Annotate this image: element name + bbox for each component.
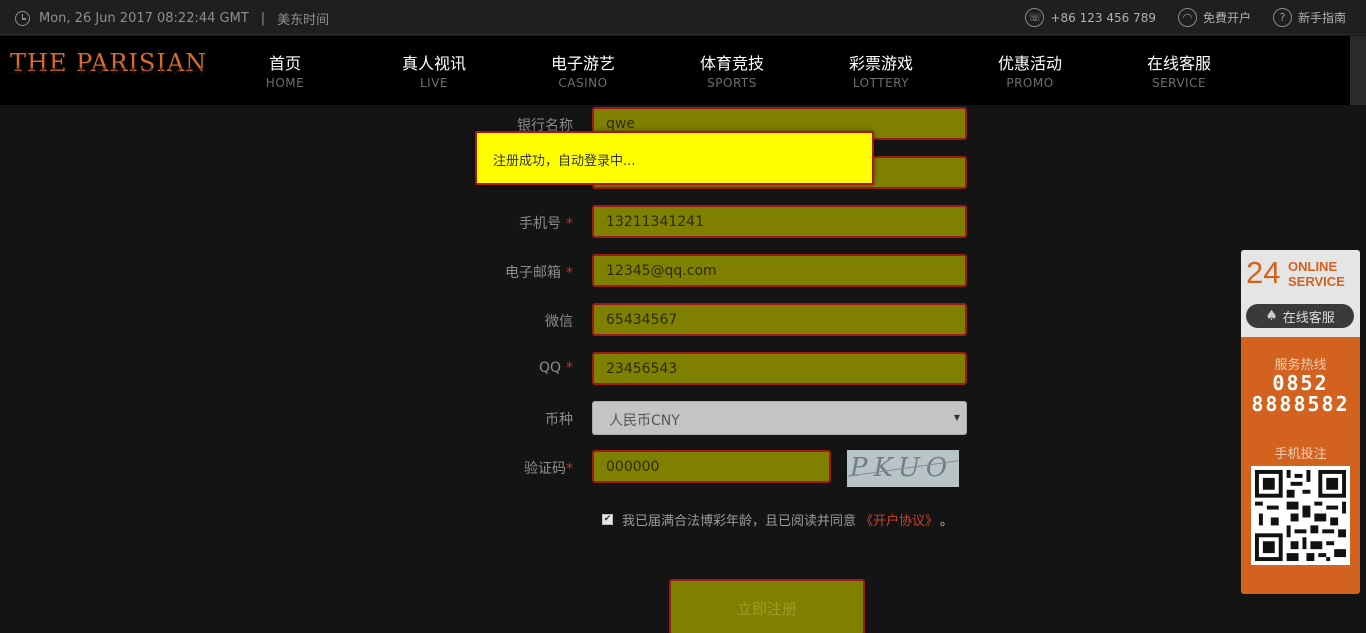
guide-label: 新手指南 <box>1297 11 1346 25</box>
mobile-bet-label: 手机投注 <box>1274 447 1327 462</box>
nav-label-cn: 优惠活动 <box>997 54 1062 73</box>
nav-label-en: HOME <box>265 76 305 90</box>
current-datetime: Mon, 26 Jun 2017 08:22:44 GMT <box>39 11 249 26</box>
currency-label: 币种 <box>545 412 573 428</box>
qq-field[interactable]: 23456543 <box>592 352 967 385</box>
phone-field[interactable]: 13211341241 <box>592 205 967 238</box>
hotline-line-1: 0852 <box>1272 371 1329 395</box>
clock-icon <box>15 11 30 26</box>
phone-link[interactable]: ☏ +86 123 456 789 <box>1025 8 1156 27</box>
nav-label-en: LIVE <box>419 76 448 90</box>
dropdown-arrow-icon: ▼ <box>953 413 960 422</box>
agree-checkbox[interactable]: ✔ <box>602 514 613 525</box>
captcha-row: 验证码* 000000 PKUO <box>470 450 970 487</box>
captcha-label-text: 验证码 <box>524 461 566 477</box>
qq-label: QQ * <box>470 360 573 376</box>
service-header: 24 ONLINE SERVICE ♠ 在线客服 <box>1241 250 1360 337</box>
service-panel: 24 ONLINE SERVICE ♠ 在线客服 服务热线 0852 88885… <box>1241 250 1360 594</box>
agree-text: 我已届满合法博彩年龄，且已阅读并同意 <box>622 514 857 529</box>
email-field[interactable]: 12345@qq.com <box>592 254 967 287</box>
nav-label-en: PROMO <box>1006 76 1054 90</box>
scrollbar[interactable] <box>1350 36 1366 105</box>
nav-item-casino[interactable]: 电子游艺 CASINO <box>523 53 643 91</box>
service-24: 24 <box>1246 255 1281 290</box>
nav-label-cn: 体育竞技 <box>699 54 764 73</box>
captcha-field[interactable]: 000000 <box>592 450 831 483</box>
nav-item-promo[interactable]: 优惠活动 PROMO <box>970 53 1090 91</box>
nav-label-cn: 在线客服 <box>1146 54 1211 73</box>
captcha-label: 验证码* <box>470 458 573 478</box>
wechat-field[interactable]: 65434567 <box>592 303 967 336</box>
nav-label-en: SPORTS <box>707 76 757 90</box>
required-mark: * <box>566 265 573 281</box>
nav-item-sports[interactable]: 体育竞技 SPORTS <box>672 53 792 91</box>
nav-label-cn: 真人视讯 <box>401 54 466 73</box>
phone-number: +86 123 456 789 <box>1050 10 1156 25</box>
nav-label-cn: 电子游艺 <box>550 54 615 73</box>
help-icon: ? <box>1272 8 1292 27</box>
agreement-row: ✔ 我已届满合法博彩年龄，且已阅读并同意 《开户协议》 。 <box>602 510 953 529</box>
nav-label-en: CASINO <box>558 76 608 90</box>
agree-end: 。 <box>940 514 954 529</box>
service-online-label: ONLINE SERVICE <box>1288 259 1345 289</box>
nav-item-live[interactable]: 真人视讯 LIVE <box>374 53 494 91</box>
email-row: 电子邮箱 * 12345@qq.com <box>470 254 970 288</box>
required-mark: * <box>566 461 573 477</box>
online-service-button[interactable]: ♠ 在线客服 <box>1246 304 1354 328</box>
captcha-image[interactable]: PKUO <box>847 450 959 487</box>
qq-row: QQ * 23456543 <box>470 352 970 386</box>
top-info-bar: Mon, 26 Jun 2017 08:22:44 GMT | 美东时间 ☏ +… <box>0 0 1366 35</box>
service-online-1: ONLINE <box>1288 259 1338 274</box>
email-label-text: 电子邮箱 <box>505 265 561 281</box>
nav-label-cn: 彩票游戏 <box>848 54 913 73</box>
user-icon: ◠ <box>1177 8 1197 27</box>
phone-icon: ☏ <box>1025 8 1045 27</box>
wechat-label: 微信 <box>545 314 573 330</box>
toast-message: 注册成功，自动登录中... <box>493 154 636 169</box>
hotline-line-2: 8888582 <box>1251 392 1350 416</box>
hotline-number: 0852 8888582 <box>1241 373 1360 415</box>
nav-label-cn: 首页 <box>268 54 301 73</box>
phone-label-text: 手机号 <box>519 216 561 232</box>
datetime-area: Mon, 26 Jun 2017 08:22:44 GMT | 美东时间 <box>15 9 329 28</box>
main-nav: THE PARISIAN THE PARISIAN 首页 HOME 真人视讯 L… <box>0 36 1366 105</box>
register-link[interactable]: ◠ 免費开户 <box>1177 8 1251 27</box>
online-service-label: 在线客服 <box>1282 310 1335 326</box>
nav-item-home[interactable]: 首页 HOME <box>225 53 345 91</box>
currency-row: 币种 人民币CNY ▼ <box>470 401 970 435</box>
required-mark: * <box>566 216 573 232</box>
service-online-2: SERVICE <box>1288 274 1345 289</box>
timezone-label: 美东时间 <box>277 13 330 28</box>
currency-value: 人民币CNY <box>609 413 680 429</box>
guide-link[interactable]: ? 新手指南 <box>1272 8 1346 27</box>
qq-label-text: QQ <box>538 360 561 376</box>
currency-select[interactable]: 人民币CNY ▼ <box>592 401 967 435</box>
nav-item-service[interactable]: 在线客服 SERVICE <box>1119 53 1239 91</box>
spade-icon: ♠ <box>1265 308 1278 324</box>
email-label: 电子邮箱 * <box>470 262 573 282</box>
qr-code-icon <box>1251 466 1350 565</box>
required-mark: * <box>566 360 573 376</box>
register-button[interactable]: 立即注册 <box>669 579 865 633</box>
logo-reflection: THE PARISIAN <box>10 65 208 75</box>
agreement-link[interactable]: 《开户协议》 <box>860 510 938 529</box>
phone-label: 手机号 * <box>470 213 573 233</box>
success-toast: 注册成功，自动登录中... <box>475 131 874 185</box>
phone-row: 手机号 * 13211341241 <box>470 205 970 239</box>
top-links: ☏ +86 123 456 789 ◠ 免費开户 ? 新手指南 <box>1003 8 1346 27</box>
register-label: 免費开户 <box>1202 11 1251 25</box>
nav-label-en: SERVICE <box>1151 76 1207 90</box>
wechat-row: 微信 65434567 <box>470 303 970 337</box>
nav-item-lottery[interactable]: 彩票游戏 LOTTERY <box>821 53 941 91</box>
nav-label-en: LOTTERY <box>852 76 910 90</box>
separator: | <box>260 11 266 26</box>
